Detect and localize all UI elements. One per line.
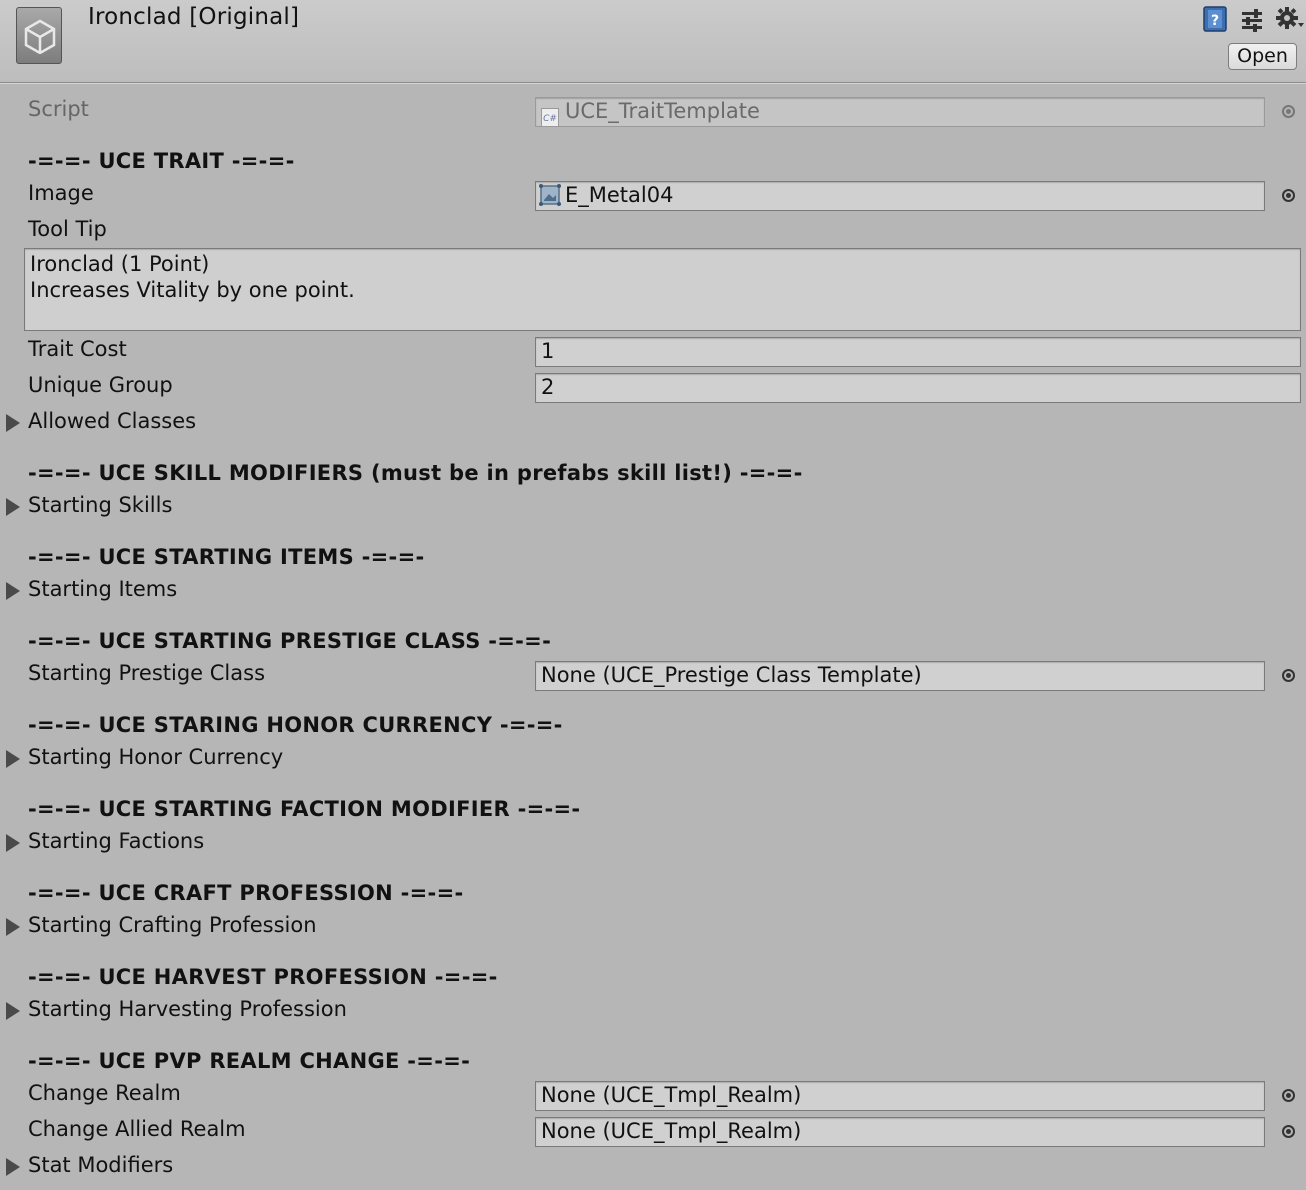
starting-prestige-class-field[interactable]: None (UCE_Prestige Class Template) [535,661,1265,691]
section-header-prestige-class: -=-=- UCE STARTING PRESTIGE CLASS -=-=- [28,629,552,653]
change-allied-realm-label: Change Allied Realm [28,1117,246,1141]
starting-factions-foldout-arrow-icon[interactable] [6,834,20,852]
starting-harvesting-profession-foldout-arrow-icon[interactable] [6,1002,20,1020]
starting-skills-foldout[interactable]: Starting Skills [28,493,172,517]
csharp-script-icon: C# [541,108,559,126]
starting-factions-foldout[interactable]: Starting Factions [28,829,204,853]
svg-text:?: ? [1211,13,1219,29]
section-header-pvp-realm-change: -=-=- UCE PVP REALM CHANGE -=-=- [28,1049,471,1073]
stat-modifiers-foldout-arrow-icon[interactable] [6,1158,20,1176]
section-header-honor-currency: -=-=- UCE STARING HONOR CURRENCY -=-=- [28,713,563,737]
section-header-trait: -=-=- UCE TRAIT -=-=- [28,149,295,173]
section-header-craft-profession: -=-=- UCE CRAFT PROFESSION -=-=- [28,881,464,905]
change-realm-object-picker-icon[interactable] [1282,1089,1295,1102]
tooltip-line-2: Increases Vitality by one point. [30,278,355,302]
image-field[interactable]: E_Metal04 [535,181,1265,211]
starting-crafting-profession-foldout-arrow-icon[interactable] [6,918,20,936]
starting-items-foldout-arrow-icon[interactable] [6,582,20,600]
starting-prestige-class-label: Starting Prestige Class [28,661,266,685]
change-allied-realm-object-picker-icon[interactable] [1282,1125,1295,1138]
preset-sliders-icon[interactable] [1240,8,1264,36]
tooltip-textarea[interactable]: Ironclad (1 Point) Increases Vitality by… [24,248,1301,331]
starting-crafting-profession-foldout[interactable]: Starting Crafting Profession [28,913,317,937]
help-book-icon[interactable]: ? [1203,6,1227,36]
starting-skills-foldout-arrow-icon[interactable] [6,498,20,516]
section-header-skill-modifiers: -=-=- UCE SKILL MODIFIERS (must be in pr… [28,461,803,485]
inspector-header: Ironclad [Original] ? Open [0,0,1306,83]
starting-honor-currency-foldout-arrow-icon[interactable] [6,750,20,768]
prestige-class-object-picker-icon[interactable] [1282,669,1295,682]
image-object-picker-icon[interactable] [1282,189,1295,202]
change-realm-field[interactable]: None (UCE_Tmpl_Realm) [535,1081,1265,1111]
starting-harvesting-profession-foldout[interactable]: Starting Harvesting Profession [28,997,347,1021]
tooltip-line-1: Ironclad (1 Point) [30,252,210,276]
section-header-starting-items: -=-=- UCE STARTING ITEMS -=-=- [28,545,425,569]
starting-items-foldout[interactable]: Starting Items [28,577,177,601]
trait-cost-label: Trait Cost [28,337,127,361]
gear-icon[interactable] [1276,6,1304,36]
section-header-harvest-profession: -=-=- UCE HARVEST PROFESSION -=-=- [28,965,498,989]
image-label: Image [28,181,94,205]
script-label: Script [28,97,89,121]
change-allied-realm-field[interactable]: None (UCE_Tmpl_Realm) [535,1117,1265,1147]
asset-title: Ironclad [Original] [88,4,300,30]
script-object-picker-icon [1282,105,1295,118]
unique-group-field[interactable]: 2 [535,373,1301,403]
trait-cost-field[interactable]: 1 [535,337,1301,367]
open-button[interactable]: Open [1228,43,1297,70]
unity-logo-icon [16,7,62,64]
starting-honor-currency-foldout[interactable]: Starting Honor Currency [28,745,283,769]
section-header-faction-modifier: -=-=- UCE STARTING FACTION MODIFIER -=-=… [28,797,581,821]
allowed-classes-foldout[interactable]: Allowed Classes [28,409,196,433]
tooltip-label: Tool Tip [28,217,107,241]
stat-modifiers-foldout[interactable]: Stat Modifiers [28,1153,173,1177]
allowed-classes-foldout-arrow-icon[interactable] [6,414,20,432]
change-realm-label: Change Realm [28,1081,181,1105]
unique-group-label: Unique Group [28,373,173,397]
script-field[interactable]: C# UCE_TraitTemplate [535,97,1265,127]
sprite-icon [539,184,561,206]
